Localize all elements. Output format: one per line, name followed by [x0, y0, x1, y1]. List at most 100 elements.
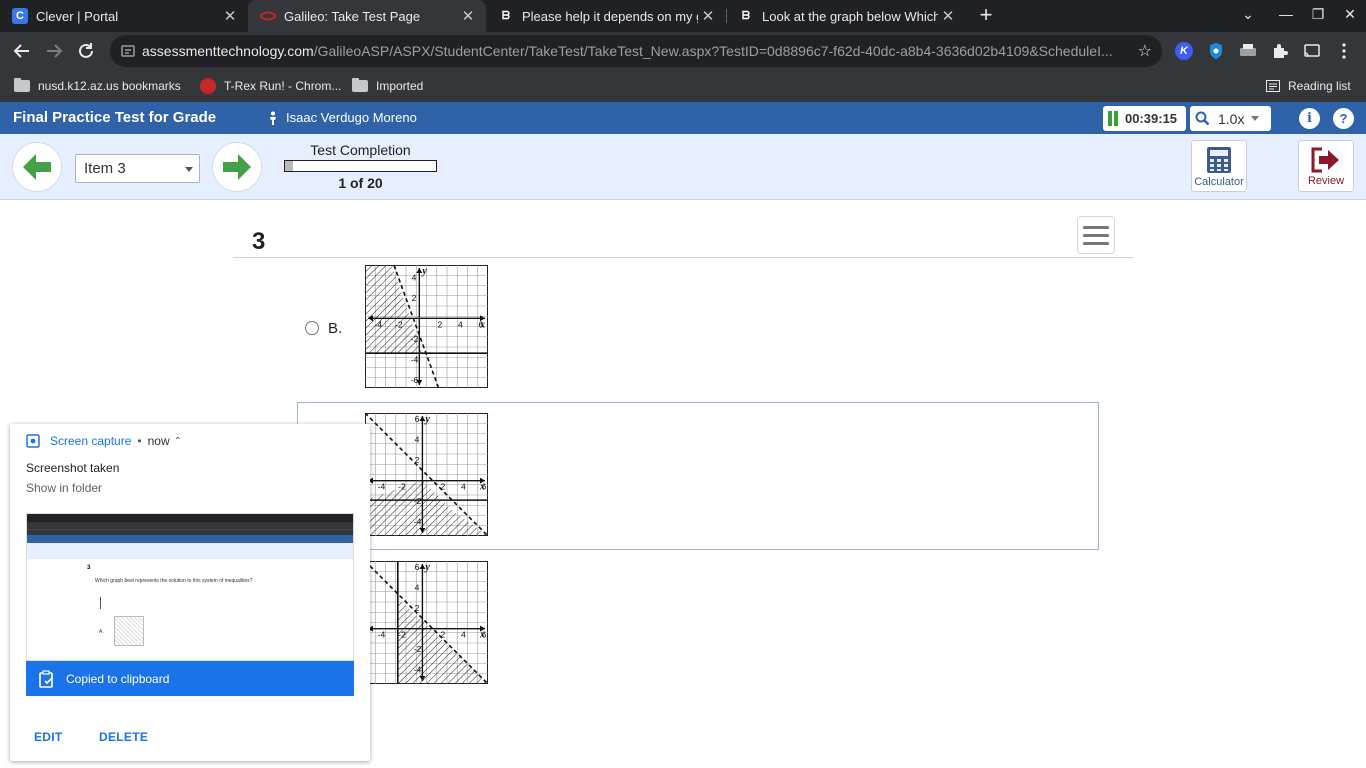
tick-label: -2 [414, 644, 422, 654]
tab-brainly-2[interactable]: ᗷ Look at the graph below Which p ✕ [726, 0, 966, 32]
browser-menu-icon[interactable] [1335, 42, 1353, 60]
calculator-button[interactable]: Calculator [1191, 140, 1247, 192]
tick-label: 6 [415, 562, 420, 572]
tick-label: 2 [441, 630, 446, 640]
completion-count: 1 of 20 [338, 175, 383, 191]
galileo-icon [260, 8, 276, 24]
capture-time: now [147, 434, 170, 448]
arrow-right-icon [223, 154, 251, 180]
tick-label: 4 [415, 583, 420, 593]
tick-label: -2 [398, 482, 406, 492]
question-divider [233, 257, 1133, 258]
zoom-value: 1.0x [1218, 110, 1245, 127]
close-icon[interactable]: ✕ [698, 7, 718, 25]
forward-button[interactable] [42, 39, 66, 63]
tick-label: 2 [441, 482, 446, 492]
screenshot-thumbnail[interactable]: 3 Which graph best represents the soluti… [26, 513, 354, 661]
item-select[interactable]: Item 3 [75, 154, 200, 183]
bookmark-imported[interactable]: Imported [352, 77, 423, 95]
folder-icon [14, 78, 30, 92]
y-axis-label: y [424, 562, 430, 573]
test-title: Final Practice Test for Grade [13, 109, 217, 126]
help-button[interactable]: ? [1333, 108, 1354, 129]
tab-clever[interactable]: C Clever | Portal ✕ [0, 0, 248, 32]
review-button[interactable]: Review [1298, 140, 1354, 192]
tick-label: 4 [412, 272, 417, 282]
copied-to-clipboard-banner: Copied to clipboard [26, 661, 354, 696]
chevron-down-icon [1251, 116, 1260, 121]
screen-capture-icon [26, 434, 40, 448]
print-extension-icon[interactable] [1239, 42, 1257, 60]
info-button[interactable]: i [1299, 108, 1320, 129]
tick-label: -6 [411, 375, 419, 385]
bookmarks-bar: nusd.k12.az.us bookmarks T-Rex Run! - Ch… [0, 70, 1366, 102]
option-b-radio[interactable] [305, 321, 319, 335]
reload-button[interactable] [74, 39, 98, 63]
extensions-puzzle-icon[interactable] [1271, 42, 1289, 60]
tick-label: 4 [461, 630, 466, 640]
back-button[interactable] [10, 39, 34, 63]
student-info: Isaac Verdugo Moreno [268, 110, 417, 125]
previous-item-button[interactable] [12, 142, 62, 192]
exit-arrow-icon [1311, 147, 1339, 173]
tick-label: -2 [395, 319, 403, 329]
x-axis-label: x [479, 630, 485, 641]
tab-brainly-1[interactable]: ᗷ Please help it depends on my gr ✕ [486, 0, 726, 32]
chevron-up-icon[interactable]: ⌃ [174, 436, 182, 447]
minimize-icon[interactable]: — [1276, 6, 1296, 22]
edit-button[interactable]: EDIT [34, 730, 63, 744]
tick-label: 2 [415, 455, 420, 465]
close-icon[interactable]: ✕ [220, 7, 240, 25]
y-axis-label: y [424, 414, 430, 425]
info-icon: i [1307, 111, 1312, 126]
thumb-question-text: Which graph best represents the solution… [95, 578, 253, 584]
item-select-value: Item 3 [84, 160, 126, 177]
reload-icon [79, 43, 93, 58]
bookmark-trex[interactable]: T-Rex Run! - Chrom... [200, 77, 341, 95]
option-c-graph[interactable]: -6-4-2246642-2-4-6xy [357, 413, 488, 547]
x-axis-label: x [479, 482, 485, 493]
address-bar[interactable]: assessmenttechnology.com/GalileoASP/ASPX… [110, 35, 1162, 67]
option-d-graph[interactable]: -6-4-2246642-2-4-6xy [357, 561, 488, 695]
shield-extension-icon[interactable] [1207, 42, 1225, 60]
close-window-icon[interactable]: ✕ [1340, 6, 1360, 23]
screen-capture-notification: Screen capture • now ⌃ Screenshot taken … [10, 424, 370, 761]
thumb-tabstrip [27, 514, 353, 522]
tick-label: 4 [415, 435, 420, 445]
close-icon[interactable]: ✕ [458, 7, 478, 25]
option-b-graph[interactable]: -6-4-2246642-2-4-6xy [354, 252, 488, 388]
item-navigation-bar: Item 3 Test Completion 1 of 20 Calculato… [0, 134, 1366, 200]
thumb-toolbar [27, 522, 353, 529]
completion-progress-bar [284, 160, 437, 172]
tab-galileo[interactable]: Galileo: Take Test Page ✕ [248, 0, 486, 32]
copied-label: Copied to clipboard [66, 671, 170, 686]
bookmark-star-icon[interactable]: ☆ [1138, 41, 1152, 61]
k-extension-icon[interactable]: K [1175, 42, 1193, 60]
restore-icon[interactable]: ❐ [1308, 6, 1328, 23]
bookmark-nusd[interactable]: nusd.k12.az.us bookmarks [14, 77, 181, 95]
zoom-select[interactable]: 1.0x [1190, 106, 1271, 131]
close-icon[interactable]: ✕ [938, 7, 958, 25]
site-info-icon[interactable] [121, 44, 135, 58]
tab-search-icon[interactable]: ⌄ [1238, 6, 1258, 23]
trex-icon [200, 78, 216, 94]
question-menu-button[interactable] [1077, 216, 1115, 254]
brainly-icon: ᗷ [742, 9, 750, 22]
capture-source: Screen capture [50, 434, 132, 448]
next-item-button[interactable] [212, 142, 262, 192]
option-b-label: B. [328, 320, 343, 337]
tick-label: -2 [398, 630, 406, 640]
browser-tab-strip: C Clever | Portal ✕ Galileo: Take Test P… [0, 0, 1366, 32]
tab-title: Please help it depends on my gr [522, 8, 698, 24]
cast-icon[interactable] [1303, 42, 1321, 60]
delete-button[interactable]: DELETE [99, 730, 148, 744]
reading-list[interactable]: Reading list [1266, 77, 1351, 95]
test-timer[interactable]: 00:39:15 [1103, 106, 1186, 131]
new-tab-button[interactable]: + [974, 4, 998, 28]
y-axis-label: y [421, 266, 427, 277]
calculator-icon [1207, 147, 1231, 173]
show-in-folder-link[interactable]: Show in folder [26, 481, 102, 495]
tick-label: 4 [458, 319, 463, 329]
tick-label: 2 [437, 319, 442, 329]
question-number: 3 [252, 228, 266, 255]
